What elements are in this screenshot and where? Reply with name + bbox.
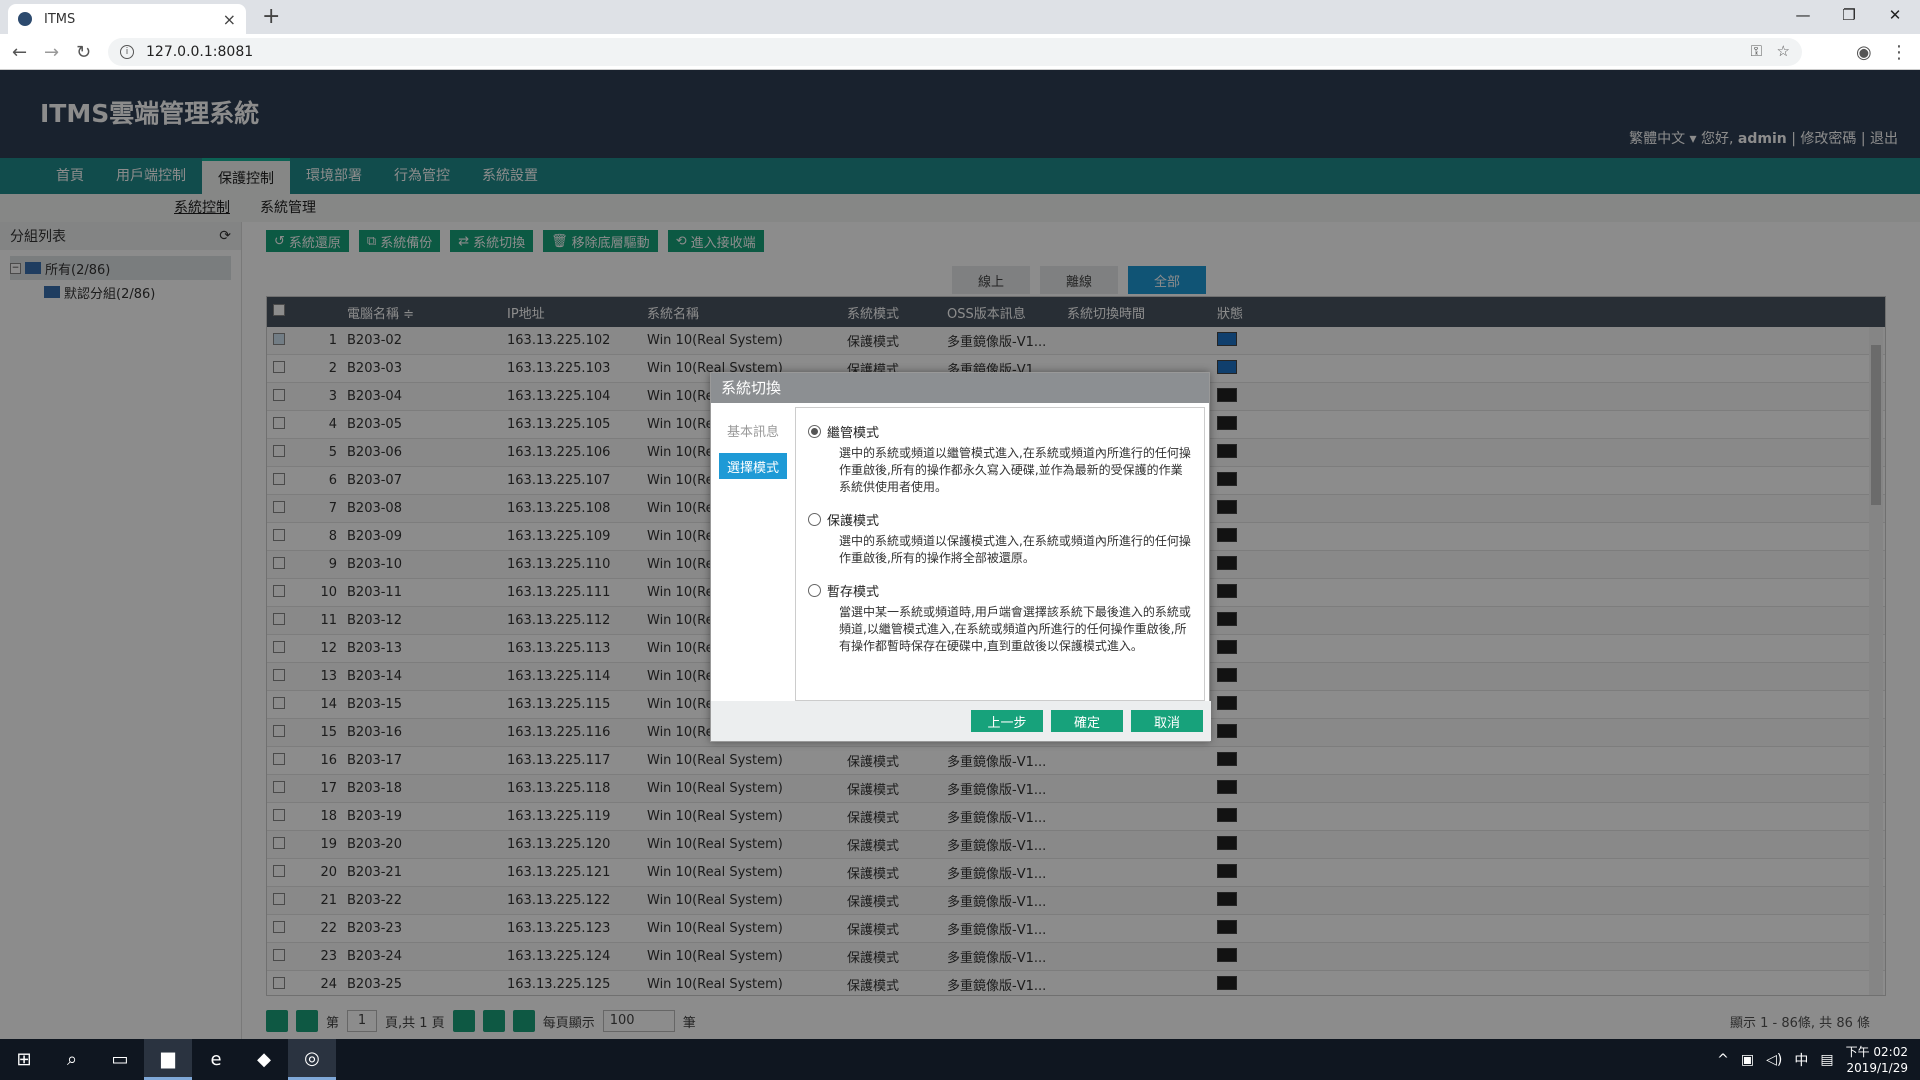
clock-date: 2019/1/29 bbox=[1846, 1060, 1908, 1075]
dialog-title: 系統切換 bbox=[711, 373, 1209, 403]
omnibox[interactable]: i 127.0.0.1:8081 ⚿ ☆ bbox=[108, 38, 1802, 66]
confirm-button[interactable]: 確定 bbox=[1051, 710, 1123, 732]
ime-indicator[interactable]: 中 bbox=[1794, 1050, 1808, 1070]
file-explorer-icon[interactable]: ▆ bbox=[144, 1039, 192, 1080]
mode-description: 選中的系統或頻道以繼管模式進入,在系統或頻道內所進行的任何操作重啟後,所有的操作… bbox=[839, 446, 1191, 494]
wizard-steps: 基本訊息 選擇模式 bbox=[711, 403, 795, 703]
mode-radio[interactable] bbox=[808, 425, 821, 438]
chrome-icon[interactable]: ◎ bbox=[288, 1039, 336, 1080]
mode-label[interactable]: 暫存模式 bbox=[827, 581, 879, 600]
new-tab-icon[interactable]: + bbox=[262, 4, 280, 29]
notification-icon[interactable]: ▤ bbox=[1820, 1052, 1833, 1068]
site-favicon-icon bbox=[18, 12, 32, 26]
back-icon[interactable]: ← bbox=[12, 42, 27, 63]
network-icon[interactable]: ▣ bbox=[1741, 1052, 1754, 1068]
mode-description: 選中的系統或頻道以保護模式進入,在系統或頻道內所進行的任何操作重啟後,所有的操作… bbox=[839, 534, 1191, 565]
restore-icon[interactable]: ❐ bbox=[1826, 0, 1872, 30]
step-basic-info[interactable]: 基本訊息 bbox=[719, 417, 787, 443]
mode-label[interactable]: 保護模式 bbox=[827, 510, 879, 529]
search-icon[interactable]: ⌕ bbox=[48, 1039, 96, 1080]
app-icon[interactable]: ◆ bbox=[240, 1039, 288, 1080]
bookmark-star-icon[interactable]: ☆ bbox=[1777, 42, 1790, 60]
mode-options: 繼管模式 選中的系統或頻道以繼管模式進入,在系統或頻道內所進行的任何操作重啟後,… bbox=[795, 407, 1205, 701]
system-tray: ^ ▣ ◁) 中 ▤ 下午 02:02 2019/1/29 bbox=[1717, 1039, 1920, 1080]
step-select-mode[interactable]: 選擇模式 bbox=[719, 453, 787, 479]
clock[interactable]: 下午 02:02 2019/1/29 bbox=[1846, 1044, 1908, 1076]
task-view-icon[interactable]: ▭ bbox=[96, 1039, 144, 1080]
profile-icon[interactable]: ◉ bbox=[1856, 42, 1872, 63]
mode-label[interactable]: 繼管模式 bbox=[827, 422, 879, 441]
mode-description: 當選中某一系統或頻道時,用戶端會選擇該系統下最後進入的系統或頻道,以繼管模式進入… bbox=[839, 605, 1191, 653]
tray-chevron-icon[interactable]: ^ bbox=[1717, 1052, 1729, 1068]
mode-option: 暫存模式 當選中某一系統或頻道時,用戶端會選擇該系統下最後進入的系統或頻道,以繼… bbox=[808, 581, 1192, 655]
close-window-icon[interactable]: ✕ bbox=[1872, 0, 1918, 30]
cancel-button[interactable]: 取消 bbox=[1131, 710, 1203, 732]
dialog-body: 基本訊息 選擇模式 繼管模式 選中的系統或頻道以繼管模式進入,在系統或頻道內所進… bbox=[711, 403, 1211, 703]
browser-tab-strip: ITMS × + — ❐ ✕ bbox=[0, 0, 1920, 34]
clock-time: 下午 02:02 bbox=[1845, 1044, 1908, 1059]
edge-icon[interactable]: e bbox=[192, 1039, 240, 1080]
forward-icon[interactable]: → bbox=[44, 42, 59, 63]
mode-radio[interactable] bbox=[808, 584, 821, 597]
key-icon[interactable]: ⚿ bbox=[1751, 42, 1762, 60]
address-bar-row: ← → ↻ i 127.0.0.1:8081 ⚿ ☆ ◉ ⋮ bbox=[0, 34, 1920, 70]
minimize-icon[interactable]: — bbox=[1780, 0, 1826, 30]
url-text: 127.0.0.1:8081 bbox=[146, 44, 254, 60]
dialog-footer: 上一步 確定 取消 bbox=[711, 701, 1211, 741]
reload-icon[interactable]: ↻ bbox=[76, 42, 91, 63]
close-tab-icon[interactable]: × bbox=[223, 10, 236, 29]
windows-start-icon[interactable]: ⊞ bbox=[0, 1039, 48, 1080]
mode-option: 繼管模式 選中的系統或頻道以繼管模式進入,在系統或頻道內所進行的任何操作重啟後,… bbox=[808, 422, 1192, 496]
system-switch-dialog: 系統切換 基本訊息 選擇模式 繼管模式 選中的系統或頻道以繼管模式進入,在系統或… bbox=[710, 372, 1211, 742]
tab-title: ITMS bbox=[44, 11, 76, 27]
volume-icon[interactable]: ◁) bbox=[1766, 1052, 1782, 1068]
prev-step-button[interactable]: 上一步 bbox=[971, 710, 1043, 732]
mode-radio[interactable] bbox=[808, 513, 821, 526]
windows-taskbar: ⊞ ⌕ ▭ ▆ e ◆ ◎ ^ ▣ ◁) 中 ▤ 下午 02:02 2019/1… bbox=[0, 1039, 1920, 1080]
site-info-icon[interactable]: i bbox=[120, 45, 134, 59]
menu-dots-icon[interactable]: ⋮ bbox=[1890, 42, 1908, 63]
browser-tab[interactable]: ITMS × bbox=[8, 4, 246, 34]
mode-option: 保護模式 選中的系統或頻道以保護模式進入,在系統或頻道內所進行的任何操作重啟後,… bbox=[808, 510, 1192, 567]
